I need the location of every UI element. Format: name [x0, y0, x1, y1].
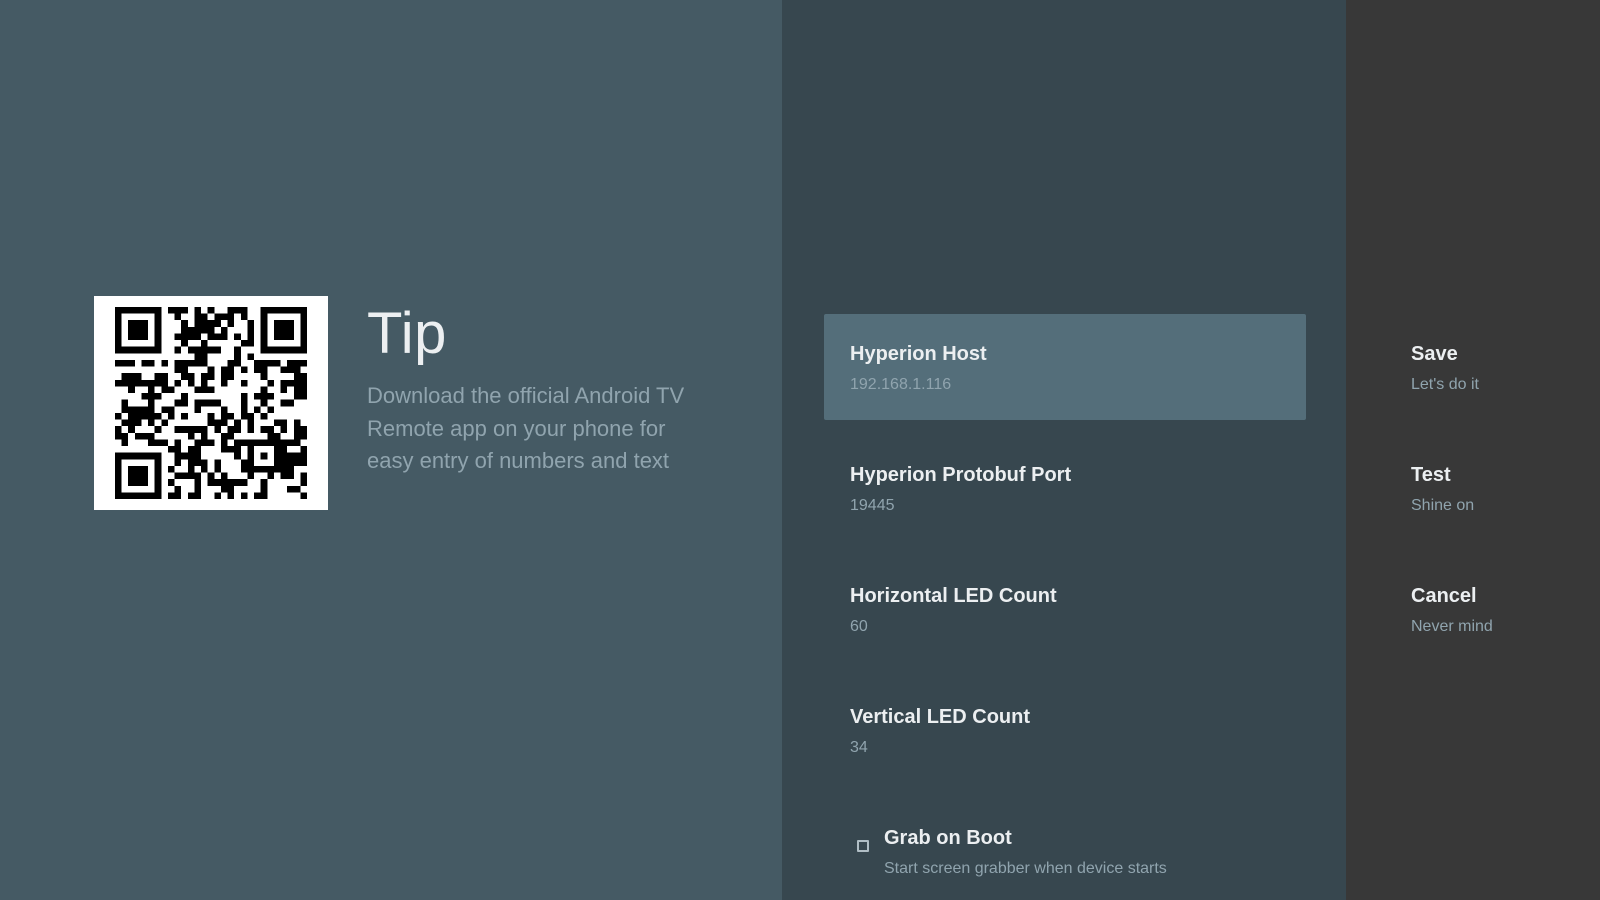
guidance-panel: Tip Download the official Android TV Rem… [0, 0, 782, 900]
actions-panel: Hyperion Host 192.168.1.116 Hyperion Pro… [782, 0, 1346, 900]
action-title: Hyperion Protobuf Port [850, 464, 1072, 486]
button-description: Shine on [1411, 497, 1475, 514]
button-description: Never mind [1411, 618, 1493, 635]
action-title: Hyperion Host [850, 343, 987, 365]
test-button[interactable]: Test Shine on [1411, 463, 1591, 516]
action-title: Vertical LED Count [850, 706, 1031, 728]
cancel-button[interactable]: Cancel Never mind [1411, 584, 1591, 637]
action-description: Start screen grabber when device starts [884, 860, 1167, 877]
button-description: Let's do it [1411, 376, 1479, 393]
action-title: Grab on Boot [884, 827, 1012, 849]
button-title: Test [1411, 464, 1451, 486]
tip-title: Tip [367, 301, 447, 366]
grab-on-boot-checkbox[interactable] [857, 840, 869, 852]
hyperion-host-item[interactable]: Hyperion Host 192.168.1.116 [824, 314, 1306, 420]
protobuf-port-item[interactable]: Hyperion Protobuf Port 19445 [824, 435, 1306, 541]
action-title: Horizontal LED Count [850, 585, 1057, 607]
save-button[interactable]: Save Let's do it [1411, 342, 1591, 395]
horizontal-led-count-item[interactable]: Horizontal LED Count 60 [824, 556, 1306, 662]
settings-screen: Tip Download the official Android TV Rem… [0, 0, 1600, 900]
action-value: 19445 [850, 497, 895, 514]
action-value: 34 [850, 739, 868, 756]
action-value: 60 [850, 618, 868, 635]
action-value: 192.168.1.116 [850, 376, 952, 393]
vertical-led-count-item[interactable]: Vertical LED Count 34 [824, 677, 1306, 783]
qr-code-icon [94, 296, 328, 510]
grab-on-boot-item[interactable]: Grab on Boot Start screen grabber when d… [824, 798, 1306, 900]
button-title: Save [1411, 343, 1458, 365]
tip-description: Download the official Android TV Remote … [367, 383, 685, 473]
button-title: Cancel [1411, 585, 1477, 607]
button-actions-panel: Save Let's do it Test Shine on Cancel Ne… [1346, 0, 1600, 900]
